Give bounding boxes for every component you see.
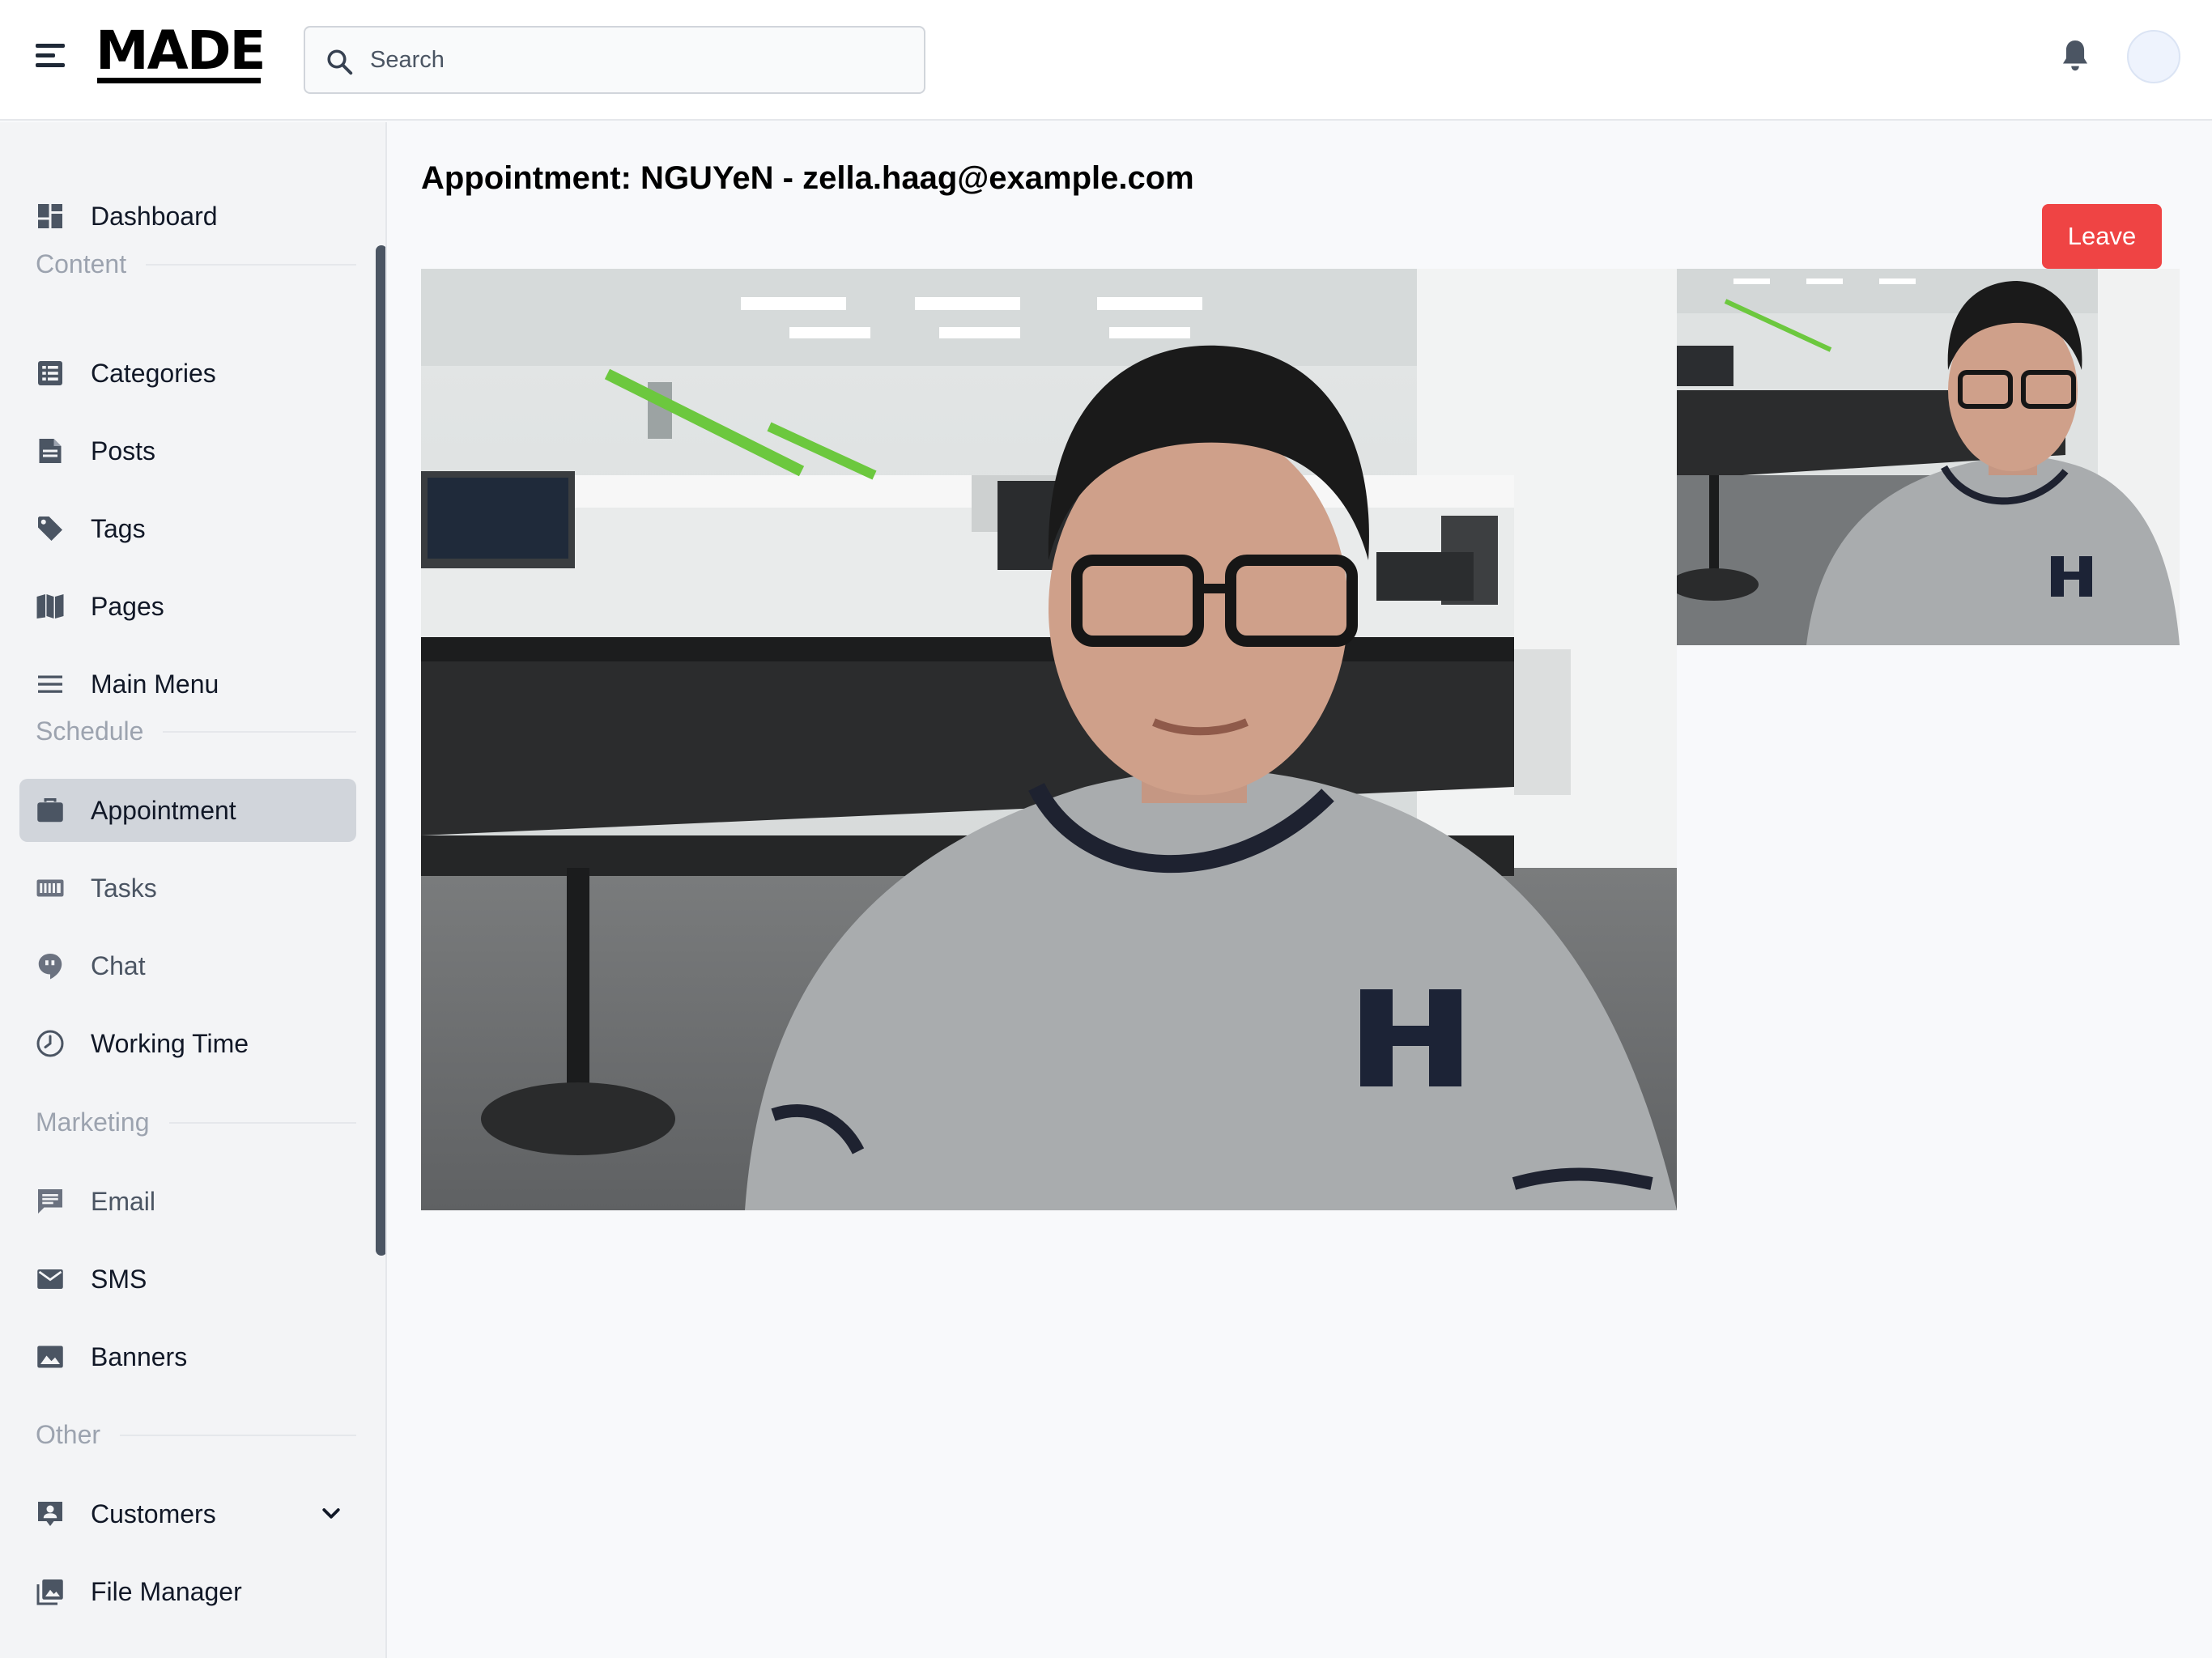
envelope-icon [37,1269,63,1289]
remote-video [421,269,1677,1210]
section-content: Content [36,249,356,281]
sidebar-item-label: Dashboard [91,202,218,231]
image-icon [37,1346,63,1368]
menu-icon [38,675,62,693]
section-other: Other [36,1419,356,1452]
chat-icon [38,954,62,980]
page-title: Appointment: NGUYeN - zella.haag@example… [421,160,1194,196]
sidebar-item-label: Pages [91,592,164,621]
remote-video-frame [421,269,1677,1210]
photo-library-icon [36,1579,63,1605]
sidebar-item-label: Banners [91,1342,188,1371]
logo-underline [97,78,261,83]
sidebar-item-categories[interactable]: Categories [19,342,356,405]
sidebar-item-label: Customers [91,1499,216,1528]
sidebar-item-chat[interactable]: Chat [19,934,356,997]
clock-icon [36,1030,64,1057]
logo-text: MADE [96,19,266,82]
local-video-frame [1677,269,2180,645]
sidebar-item-customers[interactable]: Customers [19,1482,356,1545]
sidebar: Dashboard Content Categories Posts Tags [0,122,387,1658]
sidebar-item-file-manager[interactable]: File Manager [19,1560,356,1623]
sidebar-item-partial[interactable] [19,1638,356,1658]
sidebar-item-email[interactable]: Email [19,1170,356,1233]
sidebar-item-tasks[interactable]: Tasks [19,857,356,920]
search-input[interactable] [370,28,912,92]
sidebar-item-label: Tasks [91,874,157,903]
section-title: Marketing [36,1107,169,1137]
search-icon [327,49,353,75]
sidebar-item-label: Appointment [91,796,236,825]
sidebar-item-posts[interactable]: Posts [19,419,356,483]
sidebar-scrollbar[interactable] [376,245,385,1256]
section-title: Content [36,249,147,279]
local-video-preview [1677,269,2180,645]
sidebar-item-tags[interactable]: Tags [19,497,356,560]
sidebar-item-label: Main Menu [91,670,219,699]
top-bar: MADE [0,0,2212,121]
sidebar-item-label: Tags [91,514,146,543]
list-icon [38,361,62,385]
sidebar-item-main-menu[interactable]: Main Menu [19,653,356,716]
sidebar-item-label: Chat [91,951,146,980]
dashboard-icon [38,204,62,228]
sidebar-item-label: File Manager [91,1577,242,1606]
section-title: Schedule [36,716,164,746]
hamburger-menu-icon[interactable] [36,42,66,70]
sidebar-item-appointment[interactable]: Appointment [19,779,356,842]
tag-icon [38,517,62,541]
sidebar-item-label: Working Time [91,1029,249,1058]
sidebar-item-working-time[interactable]: Working Time [19,1012,356,1075]
message-icon [38,1189,62,1214]
keyboard-icon [36,879,64,897]
sidebar-item-pages[interactable]: Pages [19,575,356,638]
section-schedule: Schedule [36,716,356,748]
sidebar-item-label: Email [91,1187,156,1216]
section-marketing: Marketing [36,1107,356,1139]
sidebar-item-dashboard[interactable]: Dashboard [19,185,356,248]
sidebar-item-sms[interactable]: SMS [19,1248,356,1311]
document-icon [39,439,62,463]
search-box [304,26,925,94]
sidebar-item-label: SMS [91,1265,147,1294]
sidebar-item-label: Categories [91,359,216,388]
section-title: Other [36,1419,121,1450]
briefcase-icon [37,798,63,823]
contact-icon [38,1502,62,1526]
sidebar-item-banners[interactable]: Banners [19,1325,356,1388]
sidebar-item-label: Posts [91,436,156,466]
folder-icon [34,1655,66,1658]
logo[interactable]: MADE [96,19,266,83]
chevron-down-icon[interactable] [319,1502,343,1526]
book-icon [36,594,64,619]
avatar[interactable] [2127,30,2180,83]
leave-button[interactable]: Leave [2042,204,2162,269]
bell-icon[interactable] [2060,37,2091,74]
